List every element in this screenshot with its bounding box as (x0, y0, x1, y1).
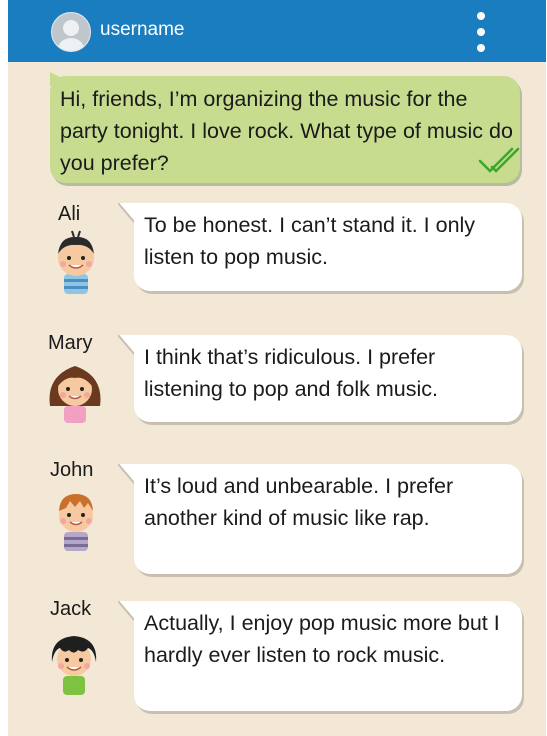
username-label[interactable]: username (100, 19, 185, 41)
mary-avatar-icon (49, 366, 101, 423)
sender-name: Jack (50, 598, 92, 620)
user-avatar-icon[interactable] (51, 12, 91, 52)
john-avatar-icon (59, 494, 93, 551)
received-message-bubble[interactable]: Actually, I enjoy pop music more but I h… (134, 601, 522, 711)
sender-name: Ali (58, 203, 81, 225)
jack-avatar-icon (51, 636, 97, 695)
received-message-bubble[interactable]: I think that’s ridiculous. I prefer list… (134, 335, 522, 422)
sent-message-bubble[interactable]: Hi, friends, I’m organizing the music fo… (50, 76, 520, 183)
chat-screen: username Hi, friends, I’m organizing the… (8, 0, 546, 736)
sent-message-text: Hi, friends, I’m organizing the music fo… (60, 87, 513, 175)
message-text: To be honest. I can’t stand it. I only l… (144, 213, 476, 269)
received-message-bubble[interactable]: To be honest. I can’t stand it. I only l… (134, 203, 522, 291)
chat-header: username (8, 0, 546, 62)
double-check-icon (478, 147, 520, 173)
sender-name: Mary (48, 332, 93, 354)
more-options-icon[interactable] (468, 12, 494, 52)
sender-name: John (50, 459, 94, 481)
received-message-bubble[interactable]: It’s loud and unbearable. I prefer anoth… (134, 464, 522, 574)
ali-avatar-icon (58, 230, 94, 294)
message-text: Actually, I enjoy pop music more but I h… (144, 611, 500, 667)
message-text: I think that’s ridiculous. I prefer list… (144, 345, 438, 401)
message-text: It’s loud and unbearable. I prefer anoth… (144, 474, 454, 530)
